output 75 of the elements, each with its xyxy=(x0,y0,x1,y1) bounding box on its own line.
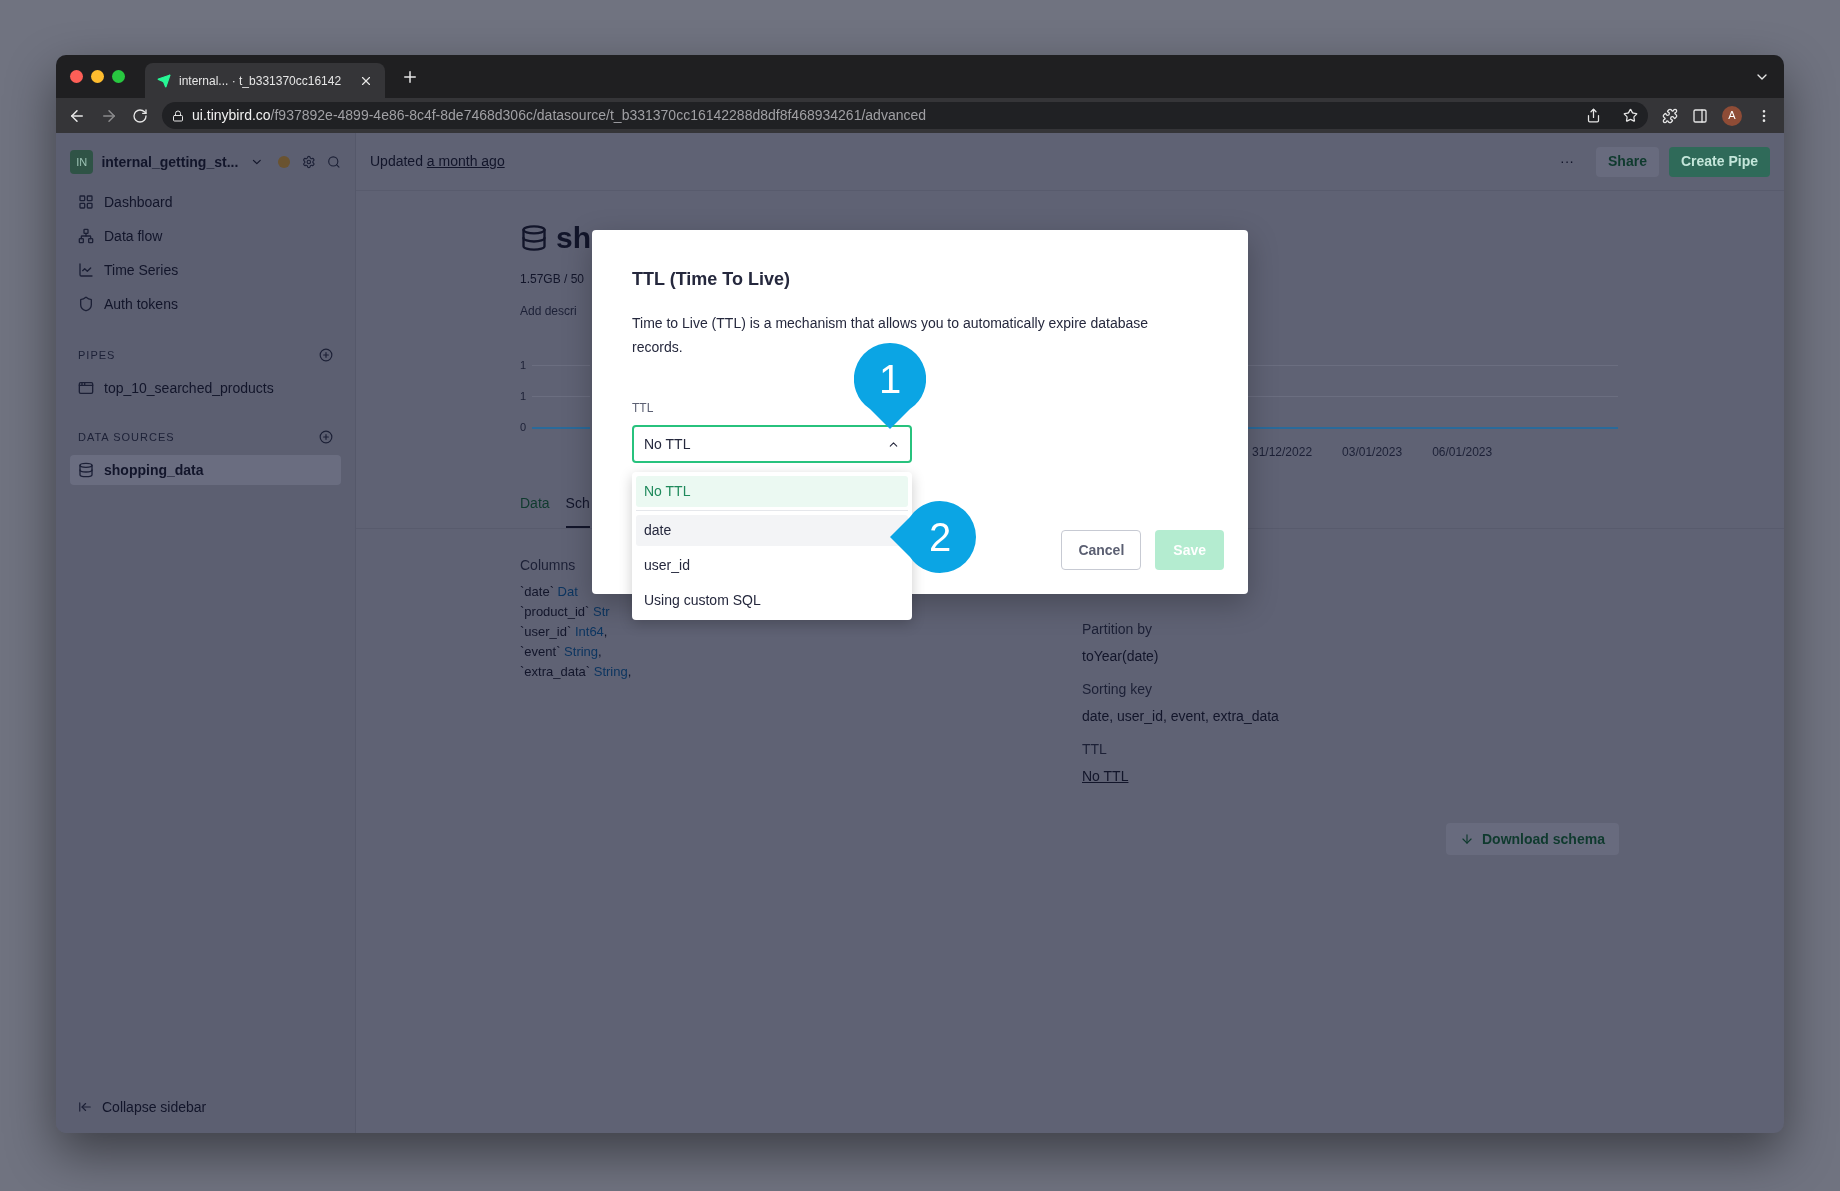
sidebar-nav-item[interactable]: Dashboard xyxy=(70,185,341,219)
add-icon[interactable] xyxy=(319,430,333,444)
axis-tick-label: 03/01/2023 xyxy=(1342,444,1403,461)
axis-tick-label: 1 xyxy=(520,389,528,405)
database-icon xyxy=(78,462,94,478)
ttl-select[interactable]: No TTL xyxy=(632,425,912,463)
add-description-link[interactable]: Add descri xyxy=(520,302,577,320)
paper-plane-icon xyxy=(157,73,171,88)
grid-icon xyxy=(78,194,94,210)
reload-icon[interactable] xyxy=(132,107,148,124)
section-heading: DATA SOURCES xyxy=(78,429,175,445)
dropdown-option[interactable]: Using custom SQL xyxy=(636,585,908,616)
column-definition: `product_id` Str xyxy=(520,603,610,621)
column-definition: `extra_data` String, xyxy=(520,663,632,681)
datasource-tab[interactable]: Sch xyxy=(565,493,590,528)
axis-tick-label: 06/01/2023 xyxy=(1432,444,1493,461)
updated-text: Updated a month ago xyxy=(370,152,505,171)
database-icon xyxy=(520,223,548,252)
search-icon[interactable] xyxy=(327,155,341,169)
setting-link[interactable]: No TTL xyxy=(1082,766,1129,787)
more-button[interactable]: ··· xyxy=(1560,151,1575,172)
sidebar-item[interactable]: shopping_data xyxy=(70,455,341,485)
download-schema-button[interactable]: Download schema xyxy=(1446,823,1619,855)
emoji-badge-icon xyxy=(278,156,290,168)
sidebar-nav-item[interactable]: Auth tokens xyxy=(70,287,341,321)
lock-icon xyxy=(172,109,184,122)
collapse-icon xyxy=(78,1100,92,1114)
setting-value: toYear(date) xyxy=(1082,647,1159,666)
modal-title: TTL (Time To Live) xyxy=(632,268,790,291)
column-definition: `date` Dat xyxy=(520,583,578,601)
arrow-down-icon xyxy=(1460,832,1474,846)
axis-tick-label: 31/12/2022 xyxy=(1252,444,1313,461)
add-icon[interactable] xyxy=(319,348,333,362)
axis-tick-label: 0 xyxy=(520,420,528,436)
dropdown-option[interactable]: date xyxy=(636,515,908,546)
share-icon[interactable] xyxy=(1586,108,1601,123)
axis-tick-label: 1 xyxy=(520,358,528,374)
sidebar-nav-item[interactable]: Time Series xyxy=(70,253,341,287)
column-definition: `event` String, xyxy=(520,643,602,661)
line-chart-icon xyxy=(78,262,94,278)
setting-label: TTL xyxy=(1082,740,1107,759)
hierarchy-icon xyxy=(78,228,94,244)
side-panel-icon[interactable] xyxy=(1692,107,1708,124)
chart-line xyxy=(532,426,590,429)
create-pipe-button[interactable]: Create Pipe xyxy=(1668,146,1770,177)
datasource-tab[interactable]: Data xyxy=(520,493,550,528)
workspace-name[interactable]: internal_getting_st... xyxy=(101,151,239,173)
url-text: ui.tinybird.co/f937892e-4899-4e86-8c4f-8de7468d306c/datasource/t_b331370cc16142288d8df8f468934261/advanced xyxy=(192,106,927,125)
star-icon[interactable] xyxy=(1623,108,1638,123)
address-bar[interactable]: ui.tinybird.co/f937892e-4899-4e86-8c4f-8de7468d306c/datasource/t_b331370cc16142288d8df8f468934261/advanced xyxy=(162,102,1648,129)
callout-badge: 1 xyxy=(854,343,926,429)
columns-heading: Columns xyxy=(520,556,576,575)
shield-icon xyxy=(78,296,94,312)
section-heading: PIPES xyxy=(78,347,116,363)
workspace-avatar: IN xyxy=(70,150,94,174)
column-definition: `user_id` Int64, xyxy=(520,623,608,641)
extensions-icon[interactable] xyxy=(1662,107,1678,124)
browser-tab[interactable]: internal... · t_b331370cc16142 xyxy=(145,63,385,98)
sidebar-item[interactable]: top_10_searched_products xyxy=(70,373,341,403)
window-icon xyxy=(78,380,94,396)
setting-label: Sorting key xyxy=(1082,680,1153,699)
profile-avatar[interactable]: A xyxy=(1722,105,1742,126)
datasource-stats: 1.57GB / 50 xyxy=(520,271,585,288)
cancel-button[interactable]: Cancel xyxy=(1061,530,1142,570)
sidebar-nav-item[interactable]: Data flow xyxy=(70,219,341,253)
updated-link[interactable]: a month ago xyxy=(426,153,505,169)
dropdown-option[interactable]: No TTL xyxy=(636,476,908,507)
setting-label: Partition by xyxy=(1082,620,1153,639)
collapse-sidebar-button[interactable]: Collapse sidebar xyxy=(70,1095,215,1119)
settings-icon[interactable] xyxy=(301,155,316,169)
field-label: TTL xyxy=(632,400,654,417)
callout-badge: 2 xyxy=(890,501,976,573)
setting-value: date, user_id, event, extra_data xyxy=(1082,707,1279,726)
datasource-title: sh xyxy=(556,220,591,256)
share-button[interactable]: Share xyxy=(1596,146,1659,177)
